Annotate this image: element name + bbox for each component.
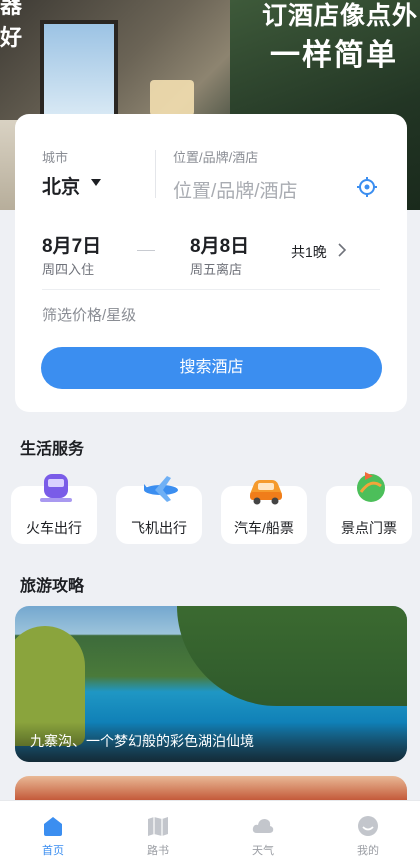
checkin-weekday: 周四入住 (42, 262, 95, 277)
bottom-tab-bar: 首页 路书 天气 我的 (0, 800, 420, 858)
tab-profile[interactable]: 我的 (338, 809, 398, 857)
profile-icon (358, 816, 378, 836)
banner-partial-text: 好 (0, 25, 23, 50)
guide-card-jiuzhaigou[interactable]: 九寨沟、一个梦幻般的彩色湖泊仙境 (15, 606, 407, 762)
tab-label: 路书 (147, 845, 169, 857)
nights-count: 共1晚 (291, 244, 327, 260)
service-label: 景点门票 (341, 520, 397, 536)
tab-roadbook[interactable]: 路书 (128, 809, 188, 857)
banner-slogan-line2: 一样简单 (270, 39, 398, 72)
date-separator (137, 250, 155, 251)
service-flight[interactable]: 飞机出行 (116, 476, 202, 544)
home-icon (44, 817, 62, 836)
keyword-input[interactable]: 位置/品牌/酒店 (173, 176, 298, 203)
service-scenic-tickets[interactable]: 景点门票 (326, 472, 412, 544)
guide-image-hill (177, 606, 407, 706)
service-train[interactable]: 火车出行 (11, 474, 97, 544)
banner-slogan-line1: 订酒店像点外 (262, 2, 419, 30)
tab-label: 天气 (252, 845, 274, 857)
train-icon (40, 474, 72, 502)
keyword-label: 位置/品牌/酒店 (173, 150, 259, 165)
life-services-title: 生活服务 (20, 441, 85, 458)
banner-partial-text-top: 器 (0, 0, 23, 18)
travel-guides-title: 旅游攻略 (20, 578, 85, 595)
chevron-right-icon[interactable] (335, 242, 349, 258)
map-book-icon (148, 817, 168, 836)
caret-down-icon[interactable] (91, 179, 101, 186)
tab-weather[interactable]: 天气 (233, 809, 293, 857)
scenic-ticket-icon (357, 472, 385, 502)
divider (42, 289, 380, 290)
service-label: 汽车/船票 (234, 520, 294, 536)
banner-lamp (150, 80, 194, 116)
search-hotel-button[interactable]: 搜索酒店 (41, 347, 382, 389)
city-value[interactable]: 北京 (42, 172, 80, 199)
divider (155, 150, 156, 198)
guide-caption: 九寨沟、一个梦幻般的彩色湖泊仙境 (30, 733, 254, 749)
tab-label: 我的 (357, 845, 379, 857)
service-label: 火车出行 (26, 520, 82, 536)
service-label: 飞机出行 (131, 520, 187, 536)
hotel-search-card: 城市 北京 位置/品牌/酒店 位置/品牌/酒店 8月7日 周四入住 8月8日 周… (15, 114, 407, 412)
price-star-filter[interactable]: 筛选价格/星级 (42, 304, 136, 325)
city-label: 城市 (42, 150, 69, 165)
locate-icon[interactable] (357, 177, 377, 197)
airplane-icon (144, 476, 178, 502)
car-icon (250, 480, 282, 505)
checkin-date[interactable]: 8月7日 (42, 231, 101, 258)
checkout-date[interactable]: 8月8日 (190, 231, 249, 258)
checkout-weekday: 周五离店 (190, 262, 243, 277)
banner-window (40, 20, 118, 118)
tab-home[interactable]: 首页 (23, 809, 83, 857)
weather-cloud-icon (252, 819, 274, 833)
tab-label: 首页 (42, 845, 64, 857)
service-bus-ship[interactable]: 汽车/船票 (221, 480, 307, 544)
